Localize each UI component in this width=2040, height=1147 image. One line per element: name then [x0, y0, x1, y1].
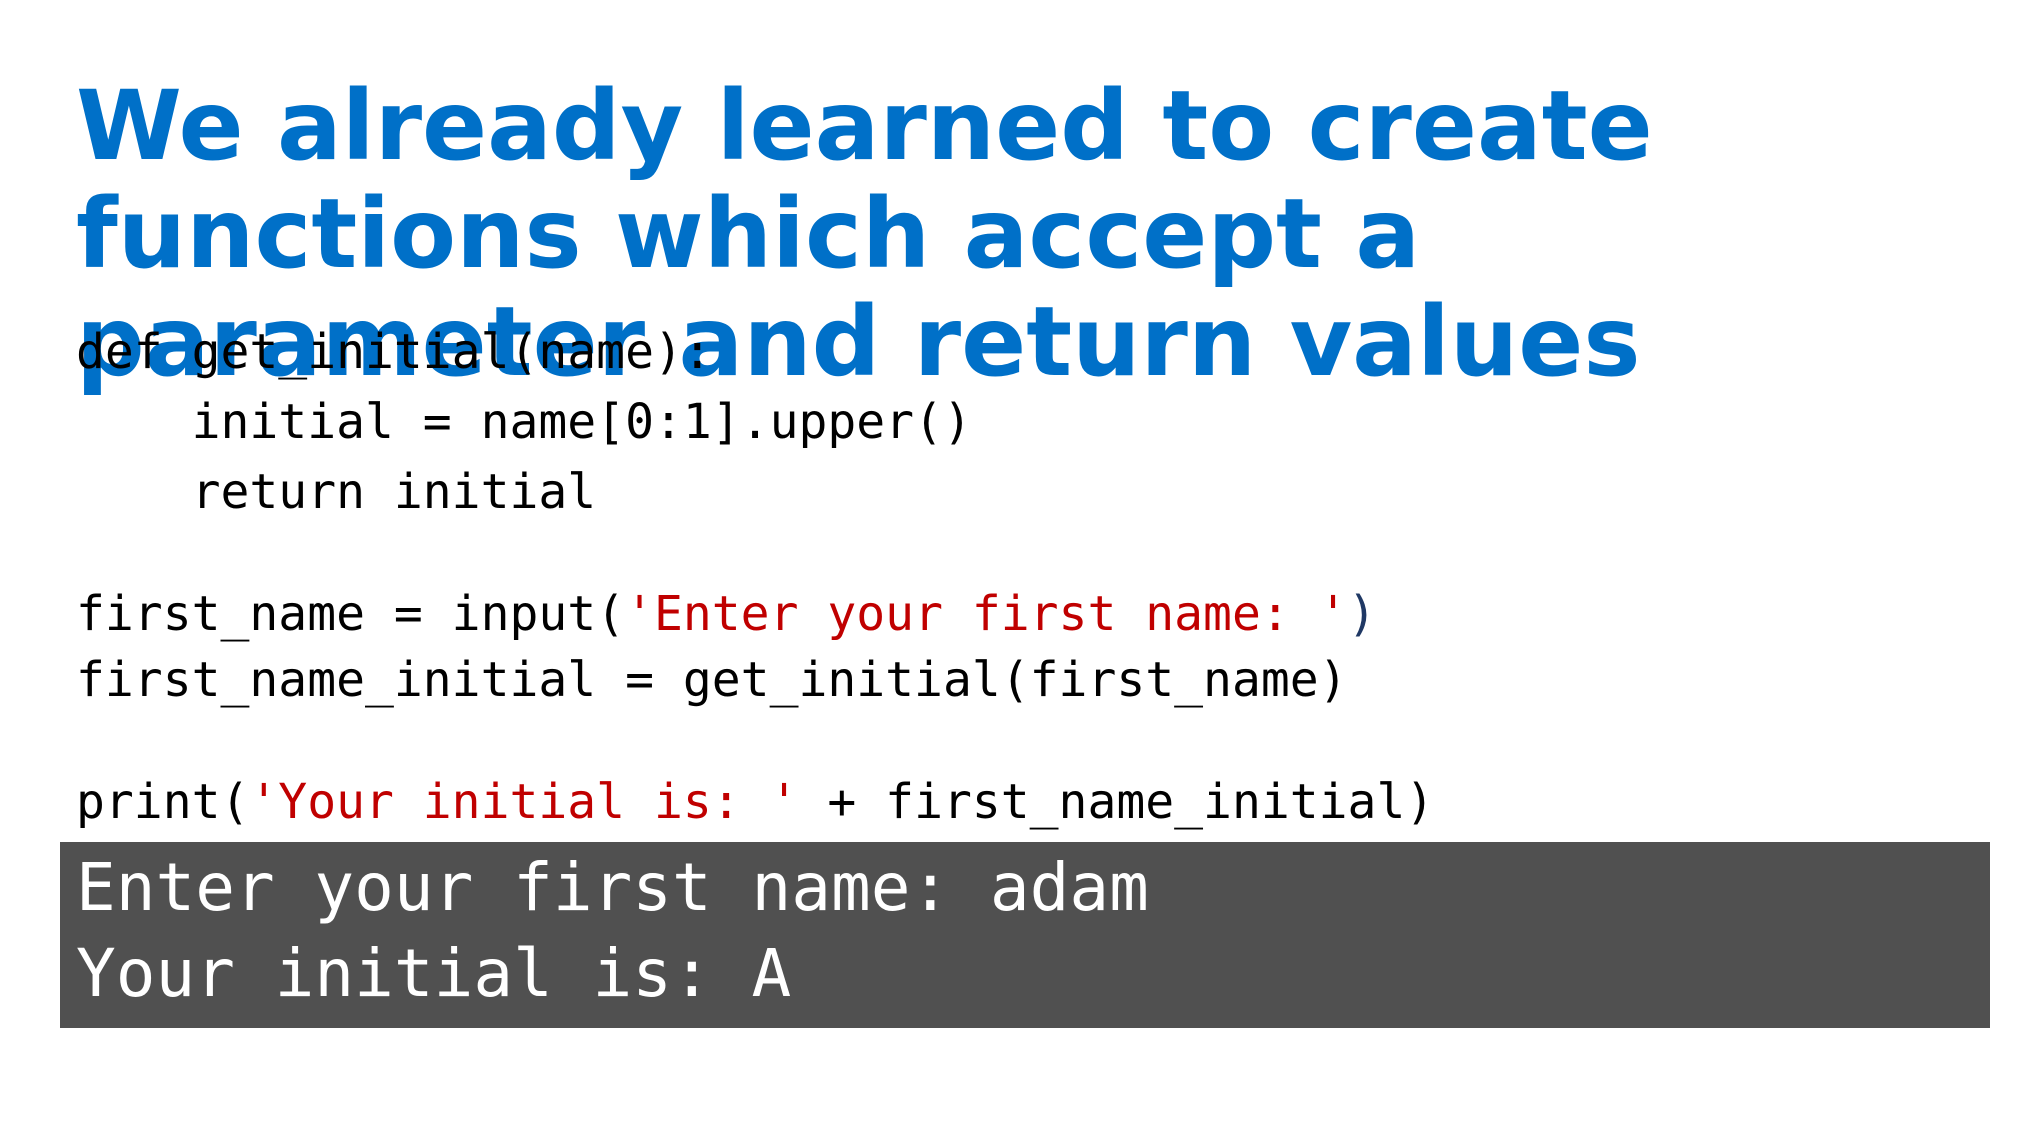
code-line-1: def get_initial(name): [76, 324, 712, 380]
code-line-3: return initial [76, 464, 597, 520]
code-line-6-rest: + first_name_initial) [798, 774, 1435, 830]
code-line-5: first_name_initial = get_initial(first_n… [76, 652, 1348, 708]
code-line-4-string: 'Enter your first name: ' [625, 586, 1348, 642]
code-line-4-text: first_name = input( [76, 586, 626, 642]
code-line-6-text: print( [76, 774, 250, 830]
console-output: Enter your first name: adam Your initial… [60, 842, 1990, 1028]
code-line-4-close: ) [1347, 586, 1377, 642]
title-line-2: functions which accept a [76, 178, 1421, 290]
code-line-6: print('Your initial is: ' + first_name_i… [76, 772, 1434, 832]
code-line-2: initial = name[0:1].upper() [76, 394, 972, 450]
code-line-4: first_name = input('Enter your first nam… [76, 584, 1376, 644]
output-line-2: Your initial is: A [76, 935, 792, 1012]
code-line-6-string: 'Your initial is: ' [249, 774, 799, 830]
title-line-1: We already learned to create [76, 70, 1653, 182]
slide: We already learned to create functions w… [0, 0, 2040, 1147]
output-line-1: Enter your first name: adam [76, 849, 1149, 926]
